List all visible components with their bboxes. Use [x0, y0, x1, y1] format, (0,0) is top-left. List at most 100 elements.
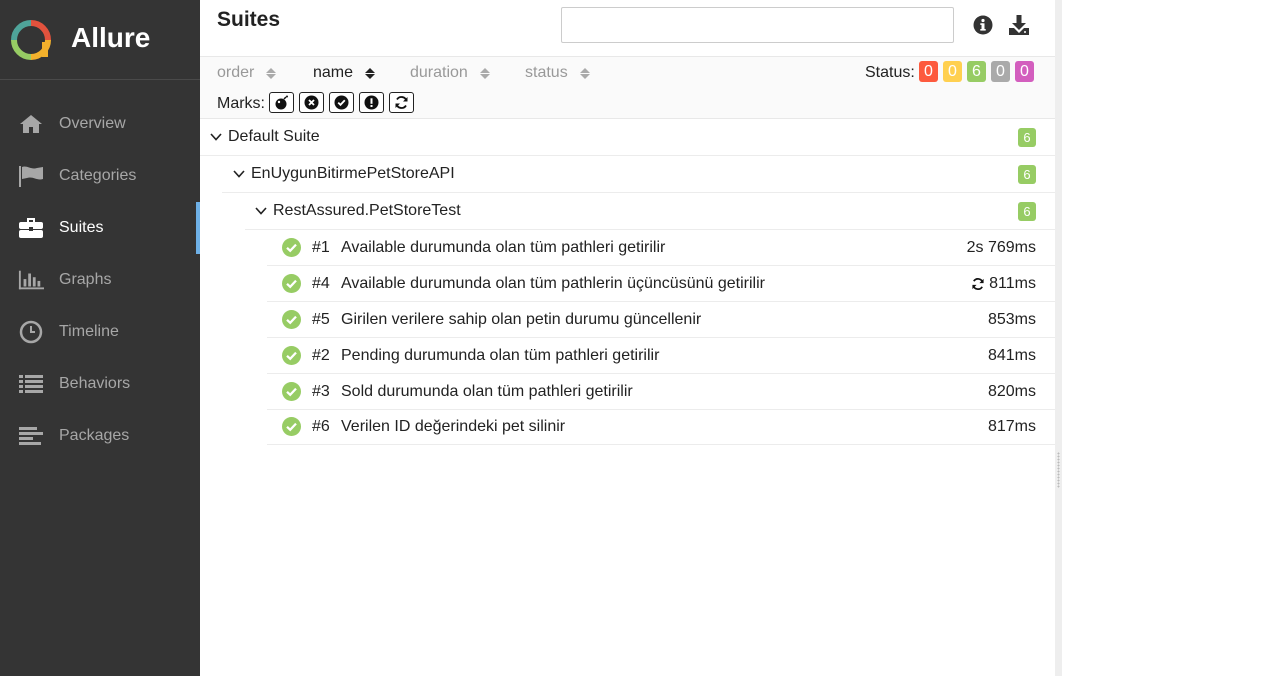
brand[interactable]: Allure	[0, 0, 200, 80]
sort-by-order[interactable]: order	[217, 64, 277, 82]
passed-status-icon	[282, 417, 301, 436]
sorter-label: order	[217, 64, 255, 81]
test-duration: 811ms	[971, 275, 1036, 293]
test-duration: 820ms	[987, 382, 1036, 400]
flag-icon	[18, 163, 44, 189]
sidebar-item-timeline[interactable]: Timeline	[0, 306, 200, 358]
home-icon	[18, 111, 44, 137]
sort-icon	[365, 67, 376, 79]
group-count-badge: 6	[1018, 128, 1036, 147]
sidebar-item-graphs[interactable]: Graphs	[0, 254, 200, 306]
test-name: Available durumunda olan tüm pathlerin ü…	[341, 274, 765, 292]
test-duration: 841ms	[987, 346, 1036, 364]
times-circle-icon	[304, 95, 319, 110]
test-number: #6	[312, 417, 330, 435]
status-badge-unknown[interactable]: 0	[1015, 61, 1034, 82]
brand-name: Allure	[71, 22, 151, 53]
status-badge-failed[interactable]: 0	[919, 61, 938, 82]
test-row[interactable]: #6 Verilen ID değerindeki pet silinir 81…	[267, 409, 1055, 445]
briefcase-icon	[18, 215, 44, 241]
test-name: Girilen verilere sahip olan petin durumu…	[341, 310, 702, 328]
group-name: EnUygunBitirmePetStoreAPI	[251, 165, 455, 182]
group-count-badge: 6	[1018, 202, 1036, 221]
download-icon	[1009, 15, 1029, 35]
allure-logo	[11, 20, 51, 60]
sort-icon	[266, 67, 277, 79]
chevron-down-icon	[255, 205, 267, 217]
clock-icon	[18, 319, 44, 345]
info-button[interactable]	[971, 12, 995, 38]
check-circle-icon	[334, 95, 349, 110]
tree-toolbar: order name duration status Status: 0 0 6…	[200, 57, 1055, 119]
refresh-icon	[972, 277, 984, 290]
search-input[interactable]	[561, 7, 954, 43]
sidebar-item-behaviors[interactable]: Behaviors	[0, 358, 200, 410]
status-badge-broken[interactable]: 0	[943, 61, 962, 82]
mark-new-passed-button[interactable]	[329, 92, 354, 113]
test-duration: 817ms	[987, 417, 1036, 435]
test-row[interactable]: #4 Available durumunda olan tüm pathleri…	[267, 266, 1055, 302]
test-name: Sold durumunda olan tüm pathleri getiril…	[341, 382, 633, 400]
sorter-label: duration	[410, 64, 468, 81]
mark-flaky-button[interactable]	[269, 92, 294, 113]
pane-header: Suites	[200, 0, 1055, 57]
test-name: Available durumunda olan tüm pathleri ge…	[341, 238, 666, 256]
test-duration: 853ms	[987, 310, 1036, 328]
sidebar-item-categories[interactable]: Categories	[0, 150, 200, 202]
sidebar-item-overview[interactable]: Overview	[0, 98, 200, 150]
info-icon	[973, 15, 993, 35]
sort-icon	[479, 67, 490, 79]
tree-group-package[interactable]: EnUygunBitirmePetStoreAPI 6	[222, 156, 1055, 193]
sort-by-name[interactable]: name	[313, 64, 376, 82]
passed-status-icon	[282, 310, 301, 329]
test-number: #1	[312, 238, 330, 256]
align-left-icon	[18, 423, 44, 449]
passed-status-icon	[282, 238, 301, 257]
pane-splitter[interactable]	[1055, 0, 1062, 676]
sort-by-duration[interactable]: duration	[410, 64, 490, 82]
tree-group-class[interactable]: RestAssured.PetStoreTest 6	[245, 193, 1055, 230]
status-badge-passed[interactable]: 6	[967, 61, 986, 82]
mark-retries-button[interactable]	[389, 92, 414, 113]
page-title: Suites	[217, 8, 281, 31]
chevron-down-icon	[233, 168, 245, 180]
bomb-icon	[275, 95, 288, 110]
sidebar-item-packages[interactable]: Packages	[0, 410, 200, 462]
test-number: #3	[312, 382, 330, 400]
group-name: Default Suite	[228, 128, 320, 145]
test-duration: 2s 769ms	[966, 238, 1036, 256]
test-row[interactable]: #3 Sold durumunda olan tüm pathleri geti…	[267, 374, 1055, 410]
chevron-down-icon	[210, 131, 222, 143]
list-icon	[18, 371, 44, 397]
tree-group-suite[interactable]: Default Suite 6	[200, 119, 1055, 156]
status-badge-skipped[interactable]: 0	[991, 61, 1010, 82]
status-filter-label: Status:	[865, 64, 915, 81]
sort-icon	[579, 67, 590, 79]
refresh-icon	[395, 96, 408, 109]
test-number: #2	[312, 346, 330, 364]
passed-status-icon	[282, 274, 301, 293]
sidebar-item-suites[interactable]: Suites	[0, 202, 200, 254]
test-name: Pending durumunda olan tüm pathleri geti…	[341, 346, 660, 364]
sidebar-item-label: Packages	[59, 427, 130, 444]
marks-filter	[269, 92, 414, 113]
marks-label: Marks:	[217, 95, 265, 112]
sidebar: Allure Overview Categories Suites Graphs	[0, 0, 200, 676]
drag-handle[interactable]	[1057, 452, 1060, 488]
download-button[interactable]	[1007, 12, 1031, 38]
passed-status-icon	[282, 382, 301, 401]
test-row[interactable]: #1 Available durumunda olan tüm pathleri…	[267, 230, 1055, 266]
suites-pane: Suites order name duration status Status…	[200, 0, 1055, 676]
sorter-label: status	[525, 64, 568, 81]
group-name: RestAssured.PetStoreTest	[273, 202, 461, 219]
sidebar-item-label: Behaviors	[59, 375, 131, 392]
mark-new-failed-button[interactable]	[299, 92, 324, 113]
sort-by-status[interactable]: status	[525, 64, 590, 82]
mark-new-broken-button[interactable]	[359, 92, 384, 113]
test-row[interactable]: #5 Girilen verilere sahip olan petin dur…	[267, 302, 1055, 338]
test-row[interactable]: #2 Pending durumunda olan tüm pathleri g…	[267, 338, 1055, 374]
passed-status-icon	[282, 346, 301, 365]
sidebar-item-label: Categories	[59, 167, 137, 184]
sidebar-item-label: Suites	[59, 219, 104, 236]
sorter-label: name	[313, 64, 354, 81]
